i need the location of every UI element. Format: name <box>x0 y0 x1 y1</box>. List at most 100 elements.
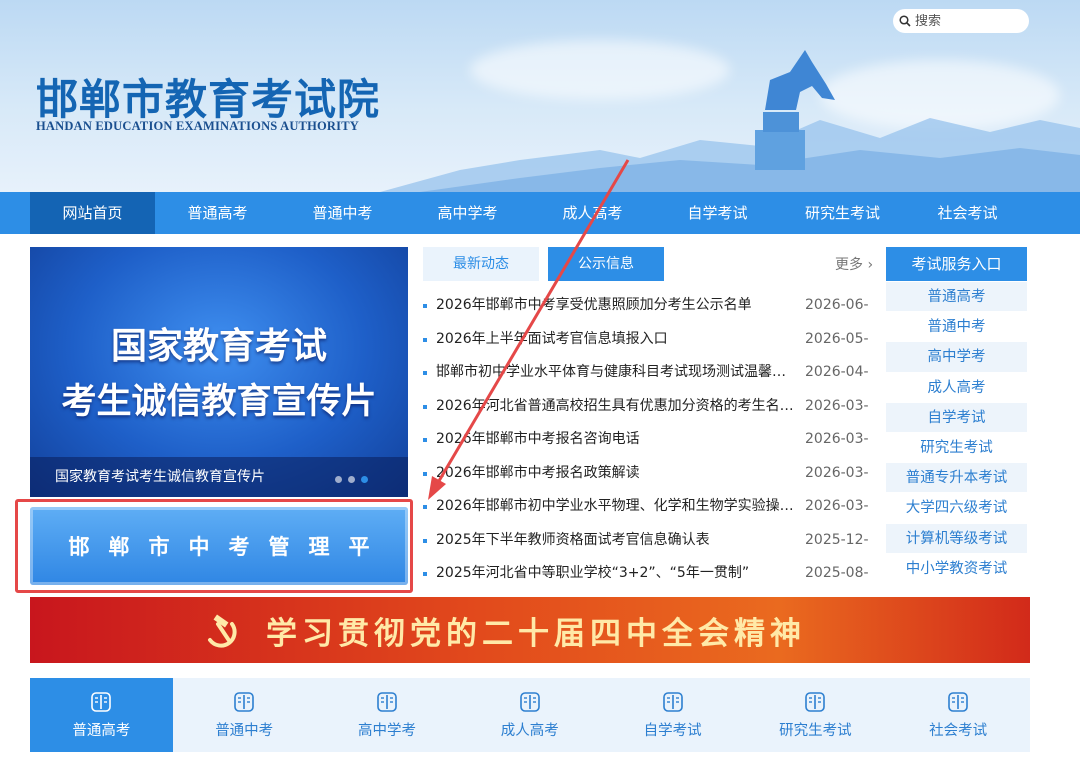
nav-item-social-exams[interactable]: 社会考试 <box>905 192 1030 234</box>
tile-gaokao[interactable]: 普通高考 <box>30 678 173 752</box>
tile-social-exams[interactable]: 社会考试 <box>887 678 1030 752</box>
list-item[interactable]: 2026年邯郸市中考享受优惠照顾加分考生公示名单 2026-06- <box>423 289 873 323</box>
carousel-dot[interactable] <box>335 476 342 483</box>
book-icon <box>948 692 968 712</box>
exam-category-tiles: 普通高考 普通中考 高中学考 成人高考 自学考试 研究生考试 社会考试 <box>30 678 1030 752</box>
nav-item-adult-gaokao[interactable]: 成人高考 <box>530 192 655 234</box>
nav-item-postgraduate[interactable]: 研究生考试 <box>780 192 905 234</box>
service-link[interactable]: 计算机等级考试 <box>886 523 1027 554</box>
service-link[interactable]: 中小学教资考试 <box>886 553 1027 584</box>
more-label: 更多 <box>835 257 863 273</box>
party-banner-text: 学习贯彻党的二十届四中全会精神 <box>266 616 806 652</box>
search-input[interactable] <box>915 13 1025 29</box>
book-icon <box>805 692 826 712</box>
tile-label: 普通高考 <box>72 723 131 739</box>
site-logo-subtitle: HANDAN EDUCATION EXAMINATIONS AUTHORITY <box>36 119 359 133</box>
service-link[interactable]: 高中学考 <box>886 342 1027 373</box>
service-link[interactable]: 自学考试 <box>886 402 1027 433</box>
news-date: 2026-03- <box>805 431 869 447</box>
news-title[interactable]: 邯郸市初中学业水平体育与健康科目考试现场测试温馨提示 <box>436 356 796 390</box>
zhongkao-platform-button[interactable]: 邯郸市中考管理平台 <box>30 507 408 639</box>
exam-services-list: 普通高考 普通中考 高中学考 成人高考 自学考试 研究生考试 普通专升本考试 大… <box>886 282 1027 584</box>
news-date: 2025-08- <box>805 565 869 581</box>
bullet-icon <box>423 471 427 476</box>
nav-item-self-study[interactable]: 自学考试 <box>655 192 780 234</box>
carousel-dots <box>335 476 368 483</box>
bullet-icon <box>423 572 427 576</box>
tile-label: 普通中考 <box>215 723 274 739</box>
nav-item-gaokao[interactable]: 普通高考 <box>155 192 280 234</box>
news-date: 2025-12- <box>805 531 869 548</box>
news-title[interactable]: 2026年河北省普通高校招生具有优惠加分资格的考生名单公示 <box>436 390 796 424</box>
list-item[interactable]: 2025年河北省中等职业学校“3+2”、“5年一贯制” 2025-08- <box>423 557 873 591</box>
news-title[interactable]: 2025年下半年教师资格面试考官信息确认表 <box>436 524 796 558</box>
book-icon <box>91 692 112 712</box>
news-date: 2026-05- <box>805 330 869 347</box>
nav-item-home[interactable]: 网站首页 <box>30 192 155 234</box>
tile-xuekao[interactable]: 高中学考 <box>316 678 459 752</box>
party-study-banner[interactable]: 学习贯彻党的二十届四中全会精神 <box>30 597 1030 663</box>
bullet-icon <box>423 538 427 543</box>
news-date: 2026-03- <box>805 498 869 514</box>
carousel-subheadline: 考生诚信教育宣传片 <box>61 382 377 422</box>
tile-postgraduate[interactable]: 研究生考试 <box>744 678 887 752</box>
list-item[interactable]: 2026年邯郸市中考报名政策解读 2026-03- <box>423 457 873 491</box>
list-item[interactable]: 2026年河北省普通高校招生具有优惠加分资格的考生名单公示 2026-03- <box>423 390 873 424</box>
news-title[interactable]: 2026年邯郸市中考报名咨询电话 <box>436 423 796 457</box>
news-title[interactable]: 2025年河北省中等职业学校“3+2”、“5年一贯制” <box>436 557 796 591</box>
tab-public-notices[interactable]: 公示信息 <box>548 247 664 281</box>
exam-services-heading: 考试服务入口 <box>886 247 1027 281</box>
news-title[interactable]: 2026年邯郸市初中学业水平物理、化学和生物学实验操作考试 <box>436 490 796 524</box>
book-icon <box>377 692 397 712</box>
tile-adult-gaokao[interactable]: 成人高考 <box>458 678 601 752</box>
list-item[interactable]: 2025年下半年教师资格面试考官信息确认表 2025-12- <box>423 524 873 558</box>
service-link[interactable]: 普通高考 <box>886 282 1027 313</box>
news-date: 2026-03- <box>805 464 869 481</box>
carousel-dot[interactable] <box>348 476 355 483</box>
book-icon <box>234 692 254 712</box>
service-link[interactable]: 研究生考试 <box>886 432 1027 464</box>
tile-self-study[interactable]: 自学考试 <box>601 678 744 752</box>
bullet-icon <box>423 505 427 509</box>
more-link[interactable]: 更多 › <box>835 254 873 274</box>
book-icon <box>519 692 540 712</box>
list-item[interactable]: 2026年邯郸市初中学业水平物理、化学和生物学实验操作考试 2026-03- <box>423 490 873 524</box>
bullet-icon <box>423 404 427 409</box>
list-item[interactable]: 邯郸市初中学业水平体育与健康科目考试现场测试温馨提示 2026-04- <box>423 356 873 390</box>
main-nav: 网站首页 普通高考 普通中考 高中学考 成人高考 自学考试 研究生考试 社会考试 <box>0 192 1080 234</box>
chevron-right-icon: › <box>863 257 874 273</box>
news-title[interactable]: 2026年上半年面试考官信息填报入口 <box>436 323 796 357</box>
news-list: 2026年邯郸市中考享受优惠照顾加分考生公示名单 2026-06- 2026年上半… <box>423 289 873 591</box>
search-icon <box>899 15 911 27</box>
bullet-icon <box>423 304 427 308</box>
news-title[interactable]: 2026年邯郸市中考享受优惠照顾加分考生公示名单 <box>436 289 796 323</box>
tile-label: 社会考试 <box>929 723 988 739</box>
tab-latest-news[interactable]: 最新动态 <box>423 247 539 281</box>
carousel-headline: 国家教育考试 <box>110 326 327 367</box>
hammer-sickle-icon <box>208 614 237 648</box>
news-title[interactable]: 2026年邯郸市中考报名政策解读 <box>436 457 796 491</box>
service-link[interactable]: 普通专升本考试 <box>886 463 1027 494</box>
promo-carousel[interactable]: 国家教育考试 考生诚信教育宣传片 国家教育考试考生诚信教育宣传片 <box>30 247 408 497</box>
nav-item-xuekao[interactable]: 高中学考 <box>405 192 530 234</box>
tile-label: 研究生考试 <box>779 723 852 739</box>
service-link[interactable]: 成人高考 <box>886 372 1027 403</box>
nav-item-zhongkao[interactable]: 普通中考 <box>280 192 405 234</box>
news-date: 2026-03- <box>805 397 869 414</box>
tile-label: 自学考试 <box>643 723 702 739</box>
news-date: 2026-06- <box>805 297 869 313</box>
news-date: 2026-04- <box>805 364 869 380</box>
carousel-dot-active[interactable] <box>361 476 368 483</box>
bullet-icon <box>423 337 427 342</box>
book-icon <box>662 692 683 712</box>
service-link[interactable]: 大学四六级考试 <box>886 493 1027 524</box>
service-link[interactable]: 普通中考 <box>886 312 1027 343</box>
list-item[interactable]: 2026年邯郸市中考报名咨询电话 2026-03- <box>423 423 873 457</box>
tile-label: 成人高考 <box>500 723 559 739</box>
site-header: 邯郸市教育考试院 HANDAN EDUCATION EXAMINATIONS A… <box>0 0 1080 192</box>
site-logo-title: 邯郸市教育考试院 <box>36 75 381 124</box>
search-box[interactable] <box>893 9 1029 33</box>
tile-label: 高中学考 <box>357 723 416 739</box>
list-item[interactable]: 2026年上半年面试考官信息填报入口 2026-05- <box>423 323 873 357</box>
tile-zhongkao[interactable]: 普通中考 <box>173 678 316 752</box>
